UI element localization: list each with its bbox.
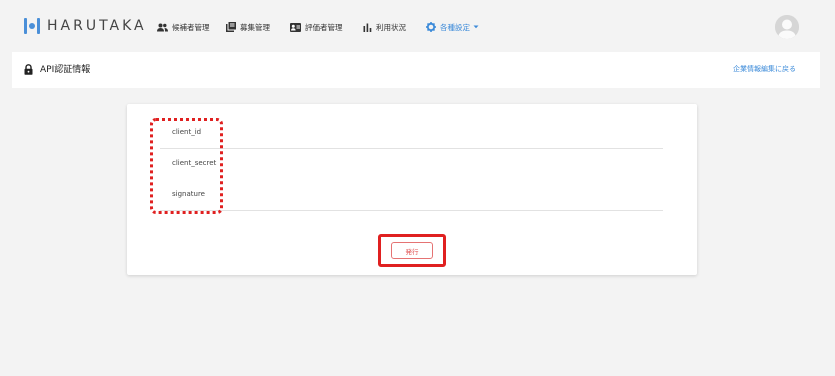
bar-chart-icon (363, 23, 372, 32)
user-avatar[interactable] (775, 15, 799, 39)
nav-item-candidates[interactable]: 候補者管理 (157, 20, 210, 34)
gear-icon (426, 22, 436, 32)
nav-item-label: 利用状況 (376, 22, 406, 32)
issue-button[interactable]: 発行 (391, 242, 433, 259)
signature-field: signature (160, 180, 663, 211)
contact-card-icon (290, 22, 301, 32)
credentials-card: client_id client_secret signature 発行 (127, 104, 697, 275)
page-title: API認証情報 (40, 65, 91, 75)
brand-logo[interactable]: HARUTAKA (23, 16, 147, 36)
people-icon (157, 23, 168, 31)
nav-item-label: 募集管理 (240, 22, 270, 32)
page-header: API認証情報 企業情報編集に戻る (12, 52, 820, 88)
caret-down-icon (473, 25, 479, 29)
user-silhouette-icon (775, 15, 799, 39)
field-labels-highlight (150, 118, 223, 214)
lock-icon (24, 64, 33, 75)
nav-item-usage[interactable]: 利用状況 (363, 20, 406, 34)
nav-item-label: 評価者管理 (305, 22, 343, 32)
back-to-company-info-link[interactable]: 企業情報編集に戻る (733, 64, 796, 74)
logo-mark-icon (23, 17, 41, 35)
nav-item-label: 各種設定 (440, 22, 470, 32)
nav-item-settings[interactable]: 各種設定 (426, 20, 483, 34)
nav-item-label: 候補者管理 (172, 22, 210, 32)
top-navigation: HARUTAKA 候補者管理 募集管理 評価者管理 利用状況 各種設定 (0, 0, 835, 52)
client-secret-field: client_secret (160, 149, 663, 179)
brand-name: HARUTAKA (47, 18, 147, 34)
nav-item-recruitment[interactable]: 募集管理 (226, 20, 270, 34)
library-books-icon (226, 22, 236, 32)
client-id-field: client_id (160, 118, 663, 149)
nav-item-evaluators[interactable]: 評価者管理 (290, 20, 343, 34)
